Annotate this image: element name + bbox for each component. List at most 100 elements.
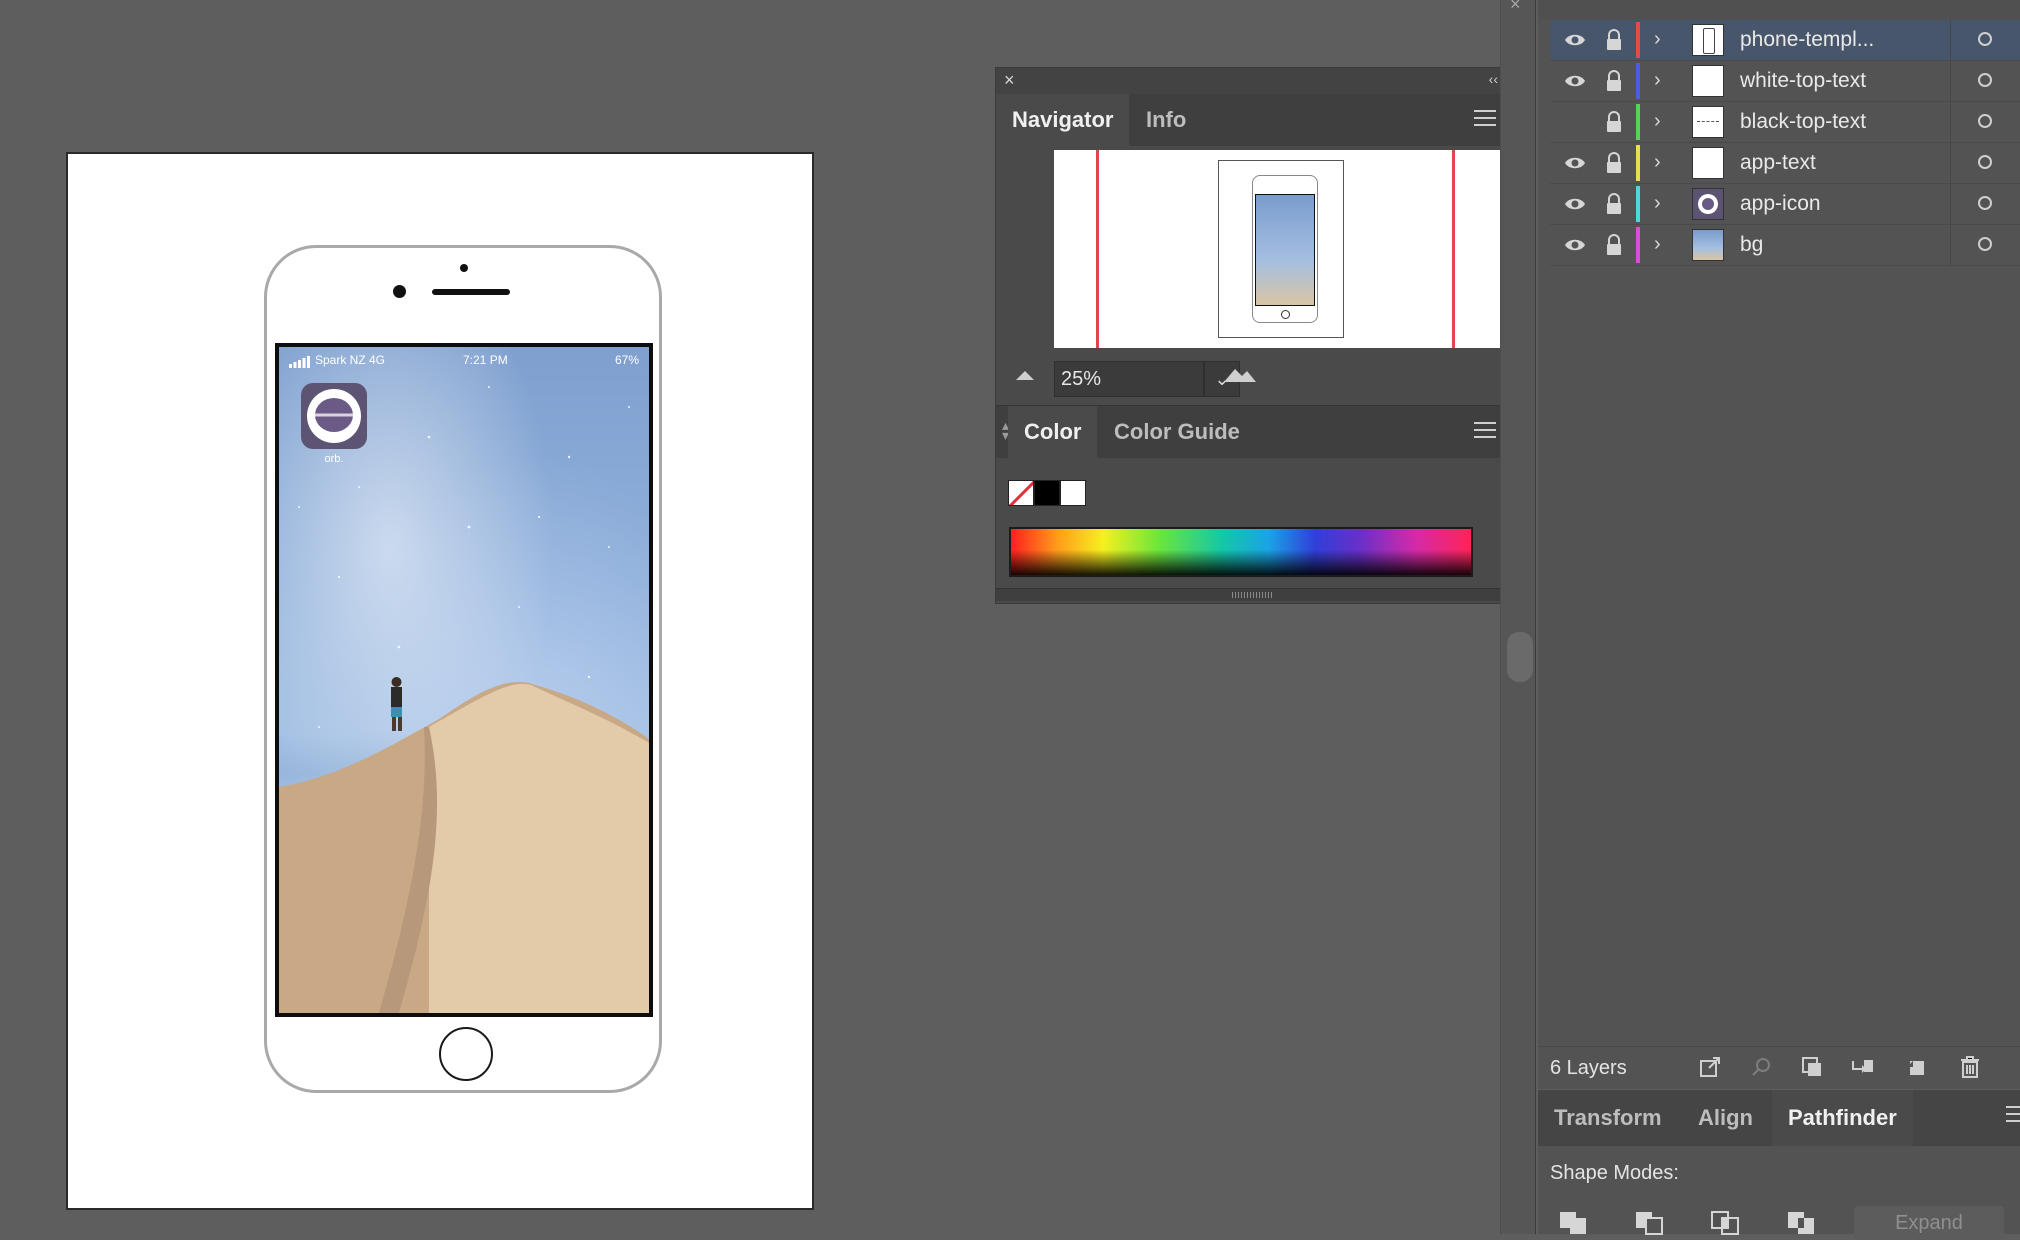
floating-panel-group: × ‹‹ Navigator Info 25% ⌄ ▴ ▾ Color Color… bbox=[995, 67, 1509, 604]
new-sublayer-icon[interactable] bbox=[1850, 1055, 1874, 1079]
fill-stroke-swatches bbox=[1008, 480, 1088, 506]
chevron-right-icon[interactable]: › bbox=[1654, 192, 1661, 215]
white-swatch[interactable] bbox=[1060, 480, 1086, 506]
layer-divider bbox=[1950, 225, 1951, 266]
tab-color-guide[interactable]: Color Guide bbox=[1098, 406, 1256, 458]
layers-footer: 6 Layers bbox=[1538, 1046, 2020, 1089]
tab-align[interactable]: Align bbox=[1682, 1090, 1769, 1146]
target-circle-icon[interactable] bbox=[1978, 237, 1992, 251]
color-tabbar: ▴ ▾ Color Color Guide bbox=[996, 405, 1508, 458]
expand-button[interactable]: Expand bbox=[1854, 1206, 2004, 1240]
panel-menu-icon[interactable] bbox=[1474, 422, 1496, 440]
intersect-icon[interactable] bbox=[1710, 1208, 1742, 1236]
clock-label: 7:21 PM bbox=[463, 353, 508, 367]
orb-app-icon[interactable] bbox=[301, 383, 367, 449]
layer-color-tag bbox=[1636, 22, 1640, 58]
target-circle-icon[interactable] bbox=[1978, 155, 1992, 169]
none-slash-icon bbox=[1009, 481, 1033, 505]
tab-pathfinder[interactable]: Pathfinder bbox=[1772, 1090, 1913, 1146]
navigator-screen-thumbnail bbox=[1255, 194, 1315, 306]
tab-transform[interactable]: Transform bbox=[1538, 1090, 1678, 1146]
lock-icon[interactable] bbox=[1606, 193, 1622, 215]
eye-icon[interactable] bbox=[1564, 194, 1586, 214]
target-circle-icon[interactable] bbox=[1978, 196, 1992, 210]
layer-row-white-top-text[interactable]: › white-top-text bbox=[1550, 61, 2020, 102]
layer-row-phone-template[interactable]: › phone-templ... bbox=[1550, 20, 2020, 61]
phone-speaker bbox=[432, 289, 510, 295]
layer-name[interactable]: black-top-text bbox=[1740, 110, 1866, 134]
new-layer-icon[interactable] bbox=[1904, 1055, 1928, 1079]
phone-screen-wallpaper[interactable]: Spark NZ 4G 7:21 PM 67% orb. bbox=[275, 343, 653, 1017]
layer-name[interactable]: app-text bbox=[1740, 151, 1816, 175]
panel-menu-icon[interactable] bbox=[2006, 1106, 2020, 1124]
layer-name[interactable]: app-icon bbox=[1740, 192, 1821, 216]
minus-front-icon[interactable] bbox=[1634, 1208, 1666, 1236]
close-icon[interactable]: × bbox=[1510, 0, 1521, 15]
zoom-level-input[interactable]: 25% bbox=[1054, 361, 1204, 397]
black-swatch[interactable] bbox=[1034, 480, 1060, 506]
eye-icon[interactable] bbox=[1564, 235, 1586, 255]
chevron-right-icon[interactable]: › bbox=[1654, 28, 1661, 51]
phone-front-camera bbox=[393, 285, 406, 298]
navigator-home-thumbnail bbox=[1281, 310, 1290, 319]
phone-home-button bbox=[439, 1027, 493, 1081]
lock-icon[interactable] bbox=[1606, 234, 1622, 256]
chevron-right-icon[interactable]: › bbox=[1654, 151, 1661, 174]
panel-resize-grip[interactable] bbox=[996, 588, 1508, 601]
layer-divider bbox=[1950, 102, 1951, 143]
phone-sensor-dot bbox=[460, 264, 468, 272]
clipping-mask-icon[interactable] bbox=[1800, 1055, 1824, 1079]
layer-row-bg[interactable]: › bg bbox=[1550, 225, 2020, 266]
zoom-controls: 25% ⌄ bbox=[996, 356, 1508, 402]
layer-row-app-icon[interactable]: › app-icon bbox=[1550, 184, 2020, 225]
layer-divider bbox=[1950, 20, 1951, 61]
unite-icon[interactable] bbox=[1558, 1208, 1590, 1236]
navigator-phone-thumbnail bbox=[1252, 175, 1318, 323]
eye-icon[interactable] bbox=[1564, 30, 1586, 50]
layer-name[interactable]: bg bbox=[1740, 233, 1763, 257]
layer-name[interactable]: phone-templ... bbox=[1740, 28, 1874, 52]
chevron-right-icon[interactable]: › bbox=[1654, 233, 1661, 256]
lock-icon[interactable] bbox=[1606, 70, 1622, 92]
collapse-panels-icon[interactable]: ‹‹ bbox=[1489, 71, 1498, 87]
signal-strength-icon bbox=[289, 356, 310, 368]
search-icon[interactable] bbox=[1750, 1055, 1774, 1079]
layer-divider bbox=[1950, 143, 1951, 184]
phone-template[interactable]: Spark NZ 4G 7:21 PM 67% orb. bbox=[264, 245, 662, 1093]
target-circle-icon[interactable] bbox=[1978, 32, 1992, 46]
layer-row-app-text[interactable]: › app-text bbox=[1550, 143, 2020, 184]
properties-tabbar: Transform Align Pathfinder bbox=[1538, 1090, 2020, 1146]
app-label: orb. bbox=[324, 453, 344, 465]
exclude-icon[interactable] bbox=[1786, 1208, 1818, 1236]
tab-navigator[interactable]: Navigator bbox=[996, 94, 1130, 146]
panel-group-titlebar[interactable]: × ‹‹ bbox=[996, 68, 1508, 94]
tab-info[interactable]: Info bbox=[1130, 94, 1202, 146]
target-circle-icon[interactable] bbox=[1978, 73, 1992, 87]
lock-icon[interactable] bbox=[1606, 111, 1622, 133]
tab-color[interactable]: Color bbox=[1008, 406, 1098, 458]
close-icon[interactable]: × bbox=[1004, 70, 1015, 91]
trash-icon[interactable] bbox=[1958, 1055, 1982, 1079]
none-swatch[interactable] bbox=[1008, 480, 1034, 506]
panel-menu-icon[interactable] bbox=[1474, 110, 1496, 128]
zoom-out-mountain-icon[interactable] bbox=[1014, 368, 1036, 382]
lock-icon[interactable] bbox=[1606, 152, 1622, 174]
eye-icon[interactable] bbox=[1564, 71, 1586, 91]
navigator-preview[interactable] bbox=[1054, 150, 1508, 348]
layer-row-black-top-text[interactable]: › black-top-text bbox=[1550, 102, 2020, 143]
lock-icon[interactable] bbox=[1606, 29, 1622, 51]
grip-dots bbox=[1232, 592, 1272, 598]
chevron-right-icon[interactable]: › bbox=[1654, 110, 1661, 133]
layer-count-label: 6 Layers bbox=[1550, 1057, 1627, 1079]
target-circle-icon[interactable] bbox=[1978, 114, 1992, 128]
zoom-in-mountain-icon[interactable] bbox=[1222, 364, 1258, 384]
chevron-right-icon[interactable]: › bbox=[1654, 69, 1661, 92]
export-icon[interactable] bbox=[1698, 1055, 1722, 1079]
layer-name[interactable]: white-top-text bbox=[1740, 69, 1866, 93]
layer-thumbnail bbox=[1692, 229, 1724, 261]
eye-icon[interactable] bbox=[1564, 153, 1586, 173]
artboard: Spark NZ 4G 7:21 PM 67% orb. bbox=[66, 152, 814, 1210]
scrollbar-thumb[interactable] bbox=[1507, 632, 1533, 682]
color-spectrum-bar[interactable] bbox=[1009, 527, 1473, 577]
layer-color-tag bbox=[1636, 63, 1640, 99]
